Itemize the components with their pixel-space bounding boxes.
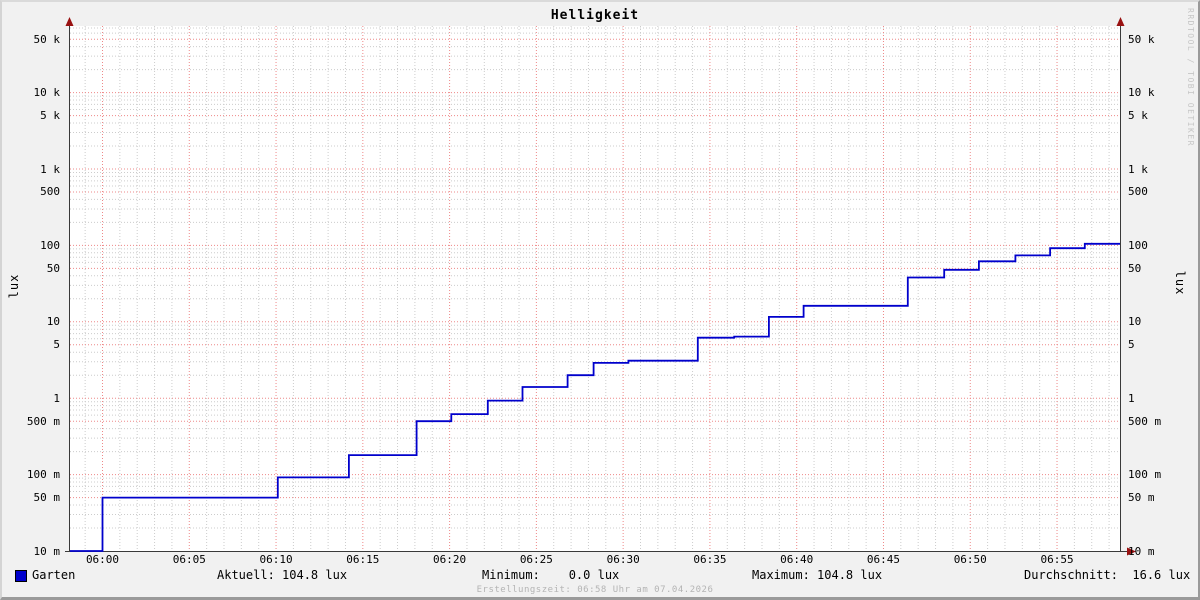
x-tick-label: 06:10 — [259, 553, 293, 566]
y-tick-label-left: 5 k — [40, 109, 60, 123]
y-tick-label-right: 10 m — [1128, 544, 1155, 558]
y-tick-label-right: 5 — [1128, 338, 1135, 352]
x-tick-label: 06:15 — [346, 553, 380, 566]
x-tick-label: 06:00 — [85, 553, 120, 566]
x-tick-label: 06:30 — [606, 553, 640, 566]
x-tick-label: 06:05 — [172, 553, 206, 566]
stat-minimum: Minimum: 0.0 lux — [482, 568, 620, 582]
y-tick-label-right: 100 m — [1128, 468, 1162, 482]
y-tick-label-left: 50 m — [33, 491, 61, 505]
x-tick-label: 06:55 — [1040, 553, 1074, 566]
chart-title: Helligkeit — [550, 8, 640, 23]
y-tick-label-right: 50 — [1128, 261, 1142, 275]
x-tick-label: 06:25 — [519, 553, 553, 566]
plot-canvas — [65, 17, 1136, 556]
y-tick-label-left: 500 m — [26, 414, 60, 428]
rrdtool-watermark: RRDTOOL / TOBI OETIKER — [1186, 8, 1195, 147]
legend-color-swatch-garten — [15, 570, 27, 582]
y-tick-label-right: 50 m — [1128, 491, 1155, 505]
y-tick-label-left: 1 — [53, 391, 60, 405]
x-tick-label: 06:40 — [780, 553, 814, 566]
x-tick-label: 06:50 — [953, 553, 987, 566]
y-tick-label-left: 50 k — [33, 32, 61, 46]
y-tick-label-right: 5 k — [1128, 109, 1148, 123]
y-tick-label-left: 100 — [40, 238, 60, 252]
y-tick-label-left: 50 — [46, 261, 60, 275]
y-tick-label-left: 100 m — [26, 468, 60, 482]
y-tick-label-left: 1 k — [40, 162, 60, 176]
stat-durchschnitt: Durchschnitt: 16.6 lux — [1024, 568, 1191, 582]
y-tick-label-right: 1 k — [1128, 162, 1148, 176]
legend-label-garten: Garten — [32, 568, 76, 582]
rrdtool-graph: Helligkeit lux lux RRDTOOL / TOBI OETIKE… — [0, 0, 1200, 600]
y-tick-label-left: 10 k — [33, 86, 61, 100]
y-tick-label-right: 1 — [1128, 391, 1135, 405]
y-tick-label-left: 5 — [53, 338, 60, 352]
y-tick-label-right: 500 — [1128, 185, 1148, 199]
y-tick-label-right: 100 — [1128, 238, 1148, 252]
y-tick-label-right: 10 — [1128, 315, 1142, 329]
x-tick-label: 06:35 — [693, 553, 727, 566]
x-tick-label: 06:20 — [433, 553, 467, 566]
y-tick-label-left: 10 — [46, 315, 60, 329]
y-tick-label-right: 500 m — [1128, 414, 1162, 428]
stat-aktuell: Aktuell: 104.8 lux — [217, 568, 348, 582]
y-tick-label-right: 10 k — [1128, 86, 1155, 100]
stat-maximum: Maximum: 104.8 lux — [752, 568, 883, 582]
creation-timestamp: Erstellungszeit: 06:58 Uhr am 07.04.2026 — [476, 585, 714, 595]
y-tick-label-left: 500 — [40, 185, 60, 199]
y-tick-label-right: 50 k — [1128, 32, 1155, 46]
x-tick-label: 06:45 — [866, 553, 901, 566]
y-tick-label-left: 10 m — [33, 544, 61, 558]
